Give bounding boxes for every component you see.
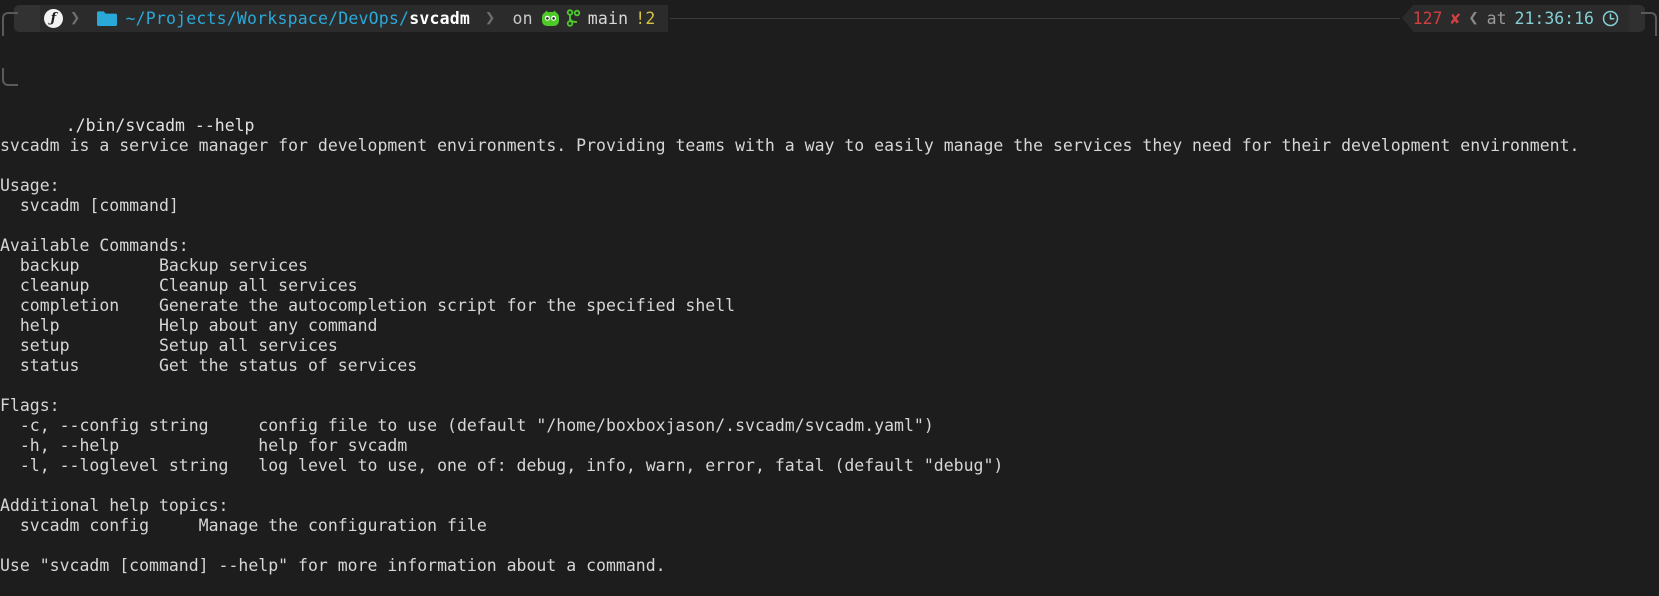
output-line: Flags:	[0, 396, 60, 415]
shell-indicator: ƒ ❯	[40, 4, 97, 32]
prompt-divider-line	[669, 17, 1400, 19]
prompt-on-label: on	[506, 4, 566, 32]
prompt-path-segment: ~/Projects/Workspace/DevOps/svcadm ❯	[96, 4, 507, 32]
fish-icon: ƒ	[44, 8, 63, 28]
octocat-icon	[541, 9, 560, 28]
error-cross-icon: ✘	[1450, 8, 1461, 28]
chevron-left-icon: ❮	[1468, 8, 1479, 28]
output-line: help Help about any command	[0, 316, 378, 335]
output-line: Additional help topics:	[0, 496, 229, 515]
output-line: Use "svcadm [command] --help" for more i…	[0, 556, 666, 575]
git-branch-name: main	[587, 8, 629, 28]
chevron-right-icon: ❯	[70, 8, 81, 28]
at-label: at	[1486, 8, 1507, 28]
on-text: on	[512, 8, 533, 28]
output-blank-line	[0, 216, 1659, 236]
output-line: setup Setup all services	[0, 336, 338, 355]
output-line: status Get the status of services	[0, 356, 418, 375]
output-line: backup Backup services	[0, 256, 308, 275]
help-output: svcadm is a service manager for developm…	[0, 136, 1659, 576]
path-text: ~/Projects/Workspace/DevOps/svcadm	[125, 9, 470, 28]
prompt-corner-top-right	[1641, 12, 1657, 36]
prompt-right-arrow-cap	[1401, 5, 1413, 31]
prompt-corner-bottom-left	[2, 68, 18, 86]
output-line: -l, --loglevel string log level to use, …	[0, 456, 1004, 475]
clock-time: 21:36:16	[1514, 8, 1594, 28]
output-blank-line	[0, 156, 1659, 176]
shell-prompt-bar: ƒ ❯ ~/Projects/Workspace/DevOps/svcadm ❯…	[0, 0, 1659, 36]
output-line: svcadm is a service manager for developm…	[0, 136, 1580, 155]
output-blank-line	[0, 476, 1659, 496]
chevron-right-icon-2: ❯	[485, 8, 496, 28]
command-text: ./bin/svcadm --help	[65, 116, 255, 135]
prompt-status-segment: 127 ✘ ❮ at 21:36:16	[1412, 4, 1629, 32]
output-line: svcadm config Manage the configuration f…	[0, 516, 487, 535]
output-line: cleanup Cleanup all services	[0, 276, 358, 295]
git-status-badge: !2	[635, 8, 656, 28]
path-current-dir: svcadm	[409, 8, 470, 28]
output-line: completion Generate the autocompletion s…	[0, 296, 736, 315]
output-line: Available Commands:	[0, 236, 189, 255]
folder-icon	[96, 10, 118, 27]
path-prefix: ~/Projects/Workspace/DevOps/	[125, 8, 410, 28]
clock-icon	[1602, 10, 1619, 27]
prompt-corner-top-left	[2, 12, 18, 36]
command-line: ./bin/svcadm --help	[0, 68, 1659, 135]
output-blank-line	[0, 376, 1659, 396]
terminal-output-area[interactable]: ./bin/svcadm --help svcadm is a service …	[0, 36, 1659, 596]
git-branch-icon	[566, 9, 581, 27]
output-line: svcadm [command]	[0, 196, 179, 215]
output-line: -h, --help help for svcadm	[0, 436, 408, 455]
output-line: -c, --config string config file to use (…	[0, 416, 934, 435]
exit-code: 127	[1412, 8, 1443, 28]
output-blank-line	[0, 536, 1659, 556]
prompt-git-segment: main !2	[565, 4, 668, 32]
output-line: Usage:	[0, 176, 60, 195]
prompt-right-cluster: 127 ✘ ❮ at 21:36:16	[1401, 4, 1645, 32]
